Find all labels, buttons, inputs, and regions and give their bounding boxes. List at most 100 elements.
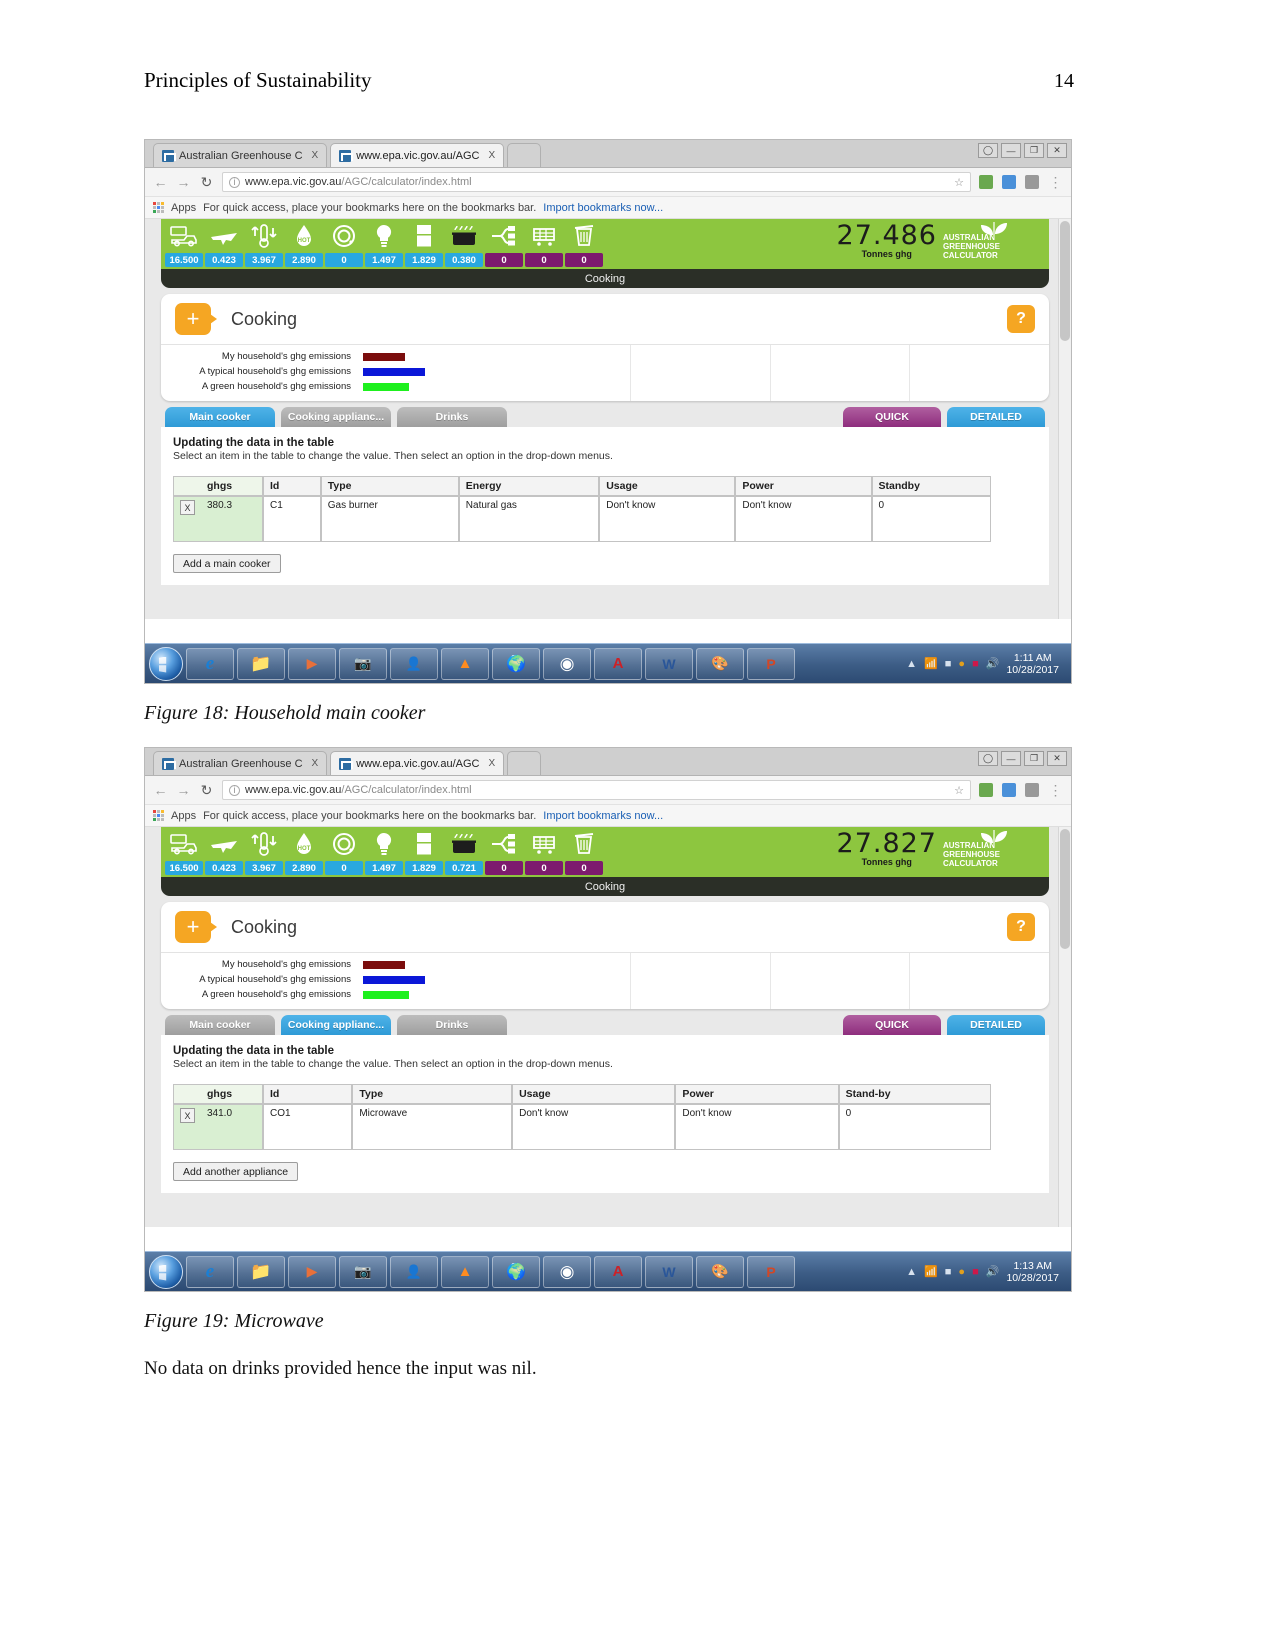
extension-icon-3[interactable]: [1025, 783, 1039, 797]
new-tab-button[interactable]: [507, 751, 542, 775]
table-cell-id[interactable]: CO1: [263, 1104, 353, 1150]
minimize-icon[interactable]: —: [1001, 143, 1021, 158]
table-cell-power[interactable]: Don't know: [735, 496, 872, 542]
internet-explorer-icon[interactable]: e: [186, 1255, 234, 1288]
network-icon[interactable]: 👤: [390, 1255, 438, 1288]
taskbar-clock[interactable]: 1:13 AM 10/28/2017: [1006, 1260, 1065, 1284]
table-cell-ghgs[interactable]: 341.0: [201, 1104, 263, 1150]
table-cell-x[interactable]: X: [173, 1104, 201, 1150]
fridge-icon[interactable]: [405, 828, 443, 860]
address-bar[interactable]: i www.epa.vic.gov.au/AGC/calculator/inde…: [222, 780, 971, 800]
shopping-trolley-icon[interactable]: [525, 220, 563, 252]
site-info-icon[interactable]: i: [229, 784, 240, 796]
table-row[interactable]: X 341.0 CO1 Microwave Don't know Don't know 0: [173, 1104, 991, 1150]
vertical-scrollbar[interactable]: [1058, 219, 1071, 619]
back-icon[interactable]: ←: [153, 782, 168, 798]
mode-tab-detailed[interactable]: DETAILED: [947, 1015, 1045, 1035]
chrome-menu-icon[interactable]: ⋮: [1048, 782, 1063, 799]
adobe-reader-icon[interactable]: A: [594, 647, 642, 680]
hot-water-icon[interactable]: HOT: [285, 828, 323, 860]
update-icon[interactable]: ●: [958, 1266, 965, 1278]
table-cell-x[interactable]: X: [173, 496, 201, 542]
apps-grid-icon[interactable]: [153, 202, 164, 213]
help-button[interactable]: ?: [1007, 305, 1035, 333]
volume-icon[interactable]: 🔊: [986, 657, 1000, 670]
vertical-scrollbar[interactable]: [1058, 827, 1071, 1227]
antivirus-icon[interactable]: ■: [972, 1266, 979, 1278]
close-window-icon[interactable]: ✕: [1047, 143, 1067, 158]
add-main-cooker-button[interactable]: Add a main cooker: [173, 554, 281, 573]
extension-icon-2[interactable]: [1002, 175, 1016, 189]
tab-cooking-applianc[interactable]: Cooking applianc...: [281, 1015, 391, 1035]
hot-water-icon[interactable]: HOT: [285, 220, 323, 252]
close-tab-2-icon[interactable]: X: [488, 150, 495, 161]
network-tray-icon[interactable]: 📶: [924, 1265, 938, 1278]
cooking-pot-icon[interactable]: [445, 828, 483, 860]
update-icon[interactable]: ●: [958, 658, 965, 670]
waste-bin-icon[interactable]: [565, 828, 603, 860]
extension-icon-2[interactable]: [1002, 783, 1016, 797]
plane-icon[interactable]: [205, 828, 243, 860]
reload-icon[interactable]: ↻: [199, 782, 214, 799]
chrome-icon[interactable]: ◉: [543, 1255, 591, 1288]
reload-icon[interactable]: ↻: [199, 174, 214, 191]
apps-label[interactable]: Apps: [171, 202, 196, 214]
chrome-icon[interactable]: ◉: [543, 647, 591, 680]
table-cell-usage[interactable]: Don't know: [512, 1104, 676, 1150]
camera-icon[interactable]: 📷: [339, 647, 387, 680]
file-explorer-icon[interactable]: 📁: [237, 647, 285, 680]
paint-icon[interactable]: 🎨: [696, 1255, 744, 1288]
network-tray-icon[interactable]: 📶: [924, 657, 938, 670]
delete-row-button[interactable]: X: [180, 500, 195, 515]
extension-icon-3[interactable]: [1025, 175, 1039, 189]
table-cell-standby[interactable]: 0: [838, 1104, 991, 1150]
internet-explorer-icon[interactable]: e: [186, 647, 234, 680]
apps-label[interactable]: Apps: [171, 810, 196, 822]
antivirus-icon[interactable]: ■: [972, 658, 979, 670]
paint-icon[interactable]: 🎨: [696, 647, 744, 680]
car-icon[interactable]: [165, 828, 203, 860]
restore-icon[interactable]: ❐: [1024, 751, 1044, 766]
word-icon[interactable]: W: [645, 647, 693, 680]
show-hidden-icon[interactable]: ▲: [906, 658, 917, 670]
import-bookmarks-link[interactable]: Import bookmarks now...: [543, 810, 663, 822]
scrollbar-thumb[interactable]: [1060, 221, 1070, 341]
table-cell-usage[interactable]: Don't know: [599, 496, 736, 542]
appliances-plug-icon[interactable]: [485, 828, 523, 860]
browser-tab-2[interactable]: www.epa.vic.gov.au/AGC X: [330, 751, 505, 775]
tab-drinks[interactable]: Drinks: [397, 1015, 507, 1035]
globe-icon[interactable]: 🌍: [492, 1255, 540, 1288]
camera-icon[interactable]: 📷: [339, 1255, 387, 1288]
forward-icon[interactable]: →: [176, 174, 191, 190]
address-bar[interactable]: i www.epa.vic.gov.au/AGC/calculator/inde…: [222, 172, 971, 192]
battery-icon[interactable]: ■: [945, 658, 952, 670]
extension-icon-1[interactable]: [979, 175, 993, 189]
powerpoint-icon[interactable]: P: [747, 1255, 795, 1288]
powerpoint-icon[interactable]: P: [747, 647, 795, 680]
table-cell-type[interactable]: Microwave: [352, 1104, 513, 1150]
close-tab-1-icon[interactable]: X: [312, 758, 319, 769]
expand-plus-button[interactable]: +: [175, 303, 217, 335]
browser-tab-2[interactable]: www.epa.vic.gov.au/AGC X: [330, 143, 505, 167]
start-button-icon[interactable]: [149, 1254, 183, 1289]
network-icon[interactable]: 👤: [390, 647, 438, 680]
file-explorer-icon[interactable]: 📁: [237, 1255, 285, 1288]
fridge-icon[interactable]: [405, 220, 443, 252]
table-cell-id[interactable]: C1: [263, 496, 321, 542]
lightbulb-icon[interactable]: [365, 828, 403, 860]
bookmark-star-icon[interactable]: ☆: [954, 176, 964, 189]
delete-row-button[interactable]: X: [180, 1108, 195, 1123]
table-cell-standby[interactable]: 0: [871, 496, 991, 542]
browser-tab-1[interactable]: Australian Greenhouse C X: [153, 143, 328, 167]
browser-tab-1[interactable]: Australian Greenhouse C X: [153, 751, 328, 775]
bookmark-star-icon[interactable]: ☆: [954, 784, 964, 797]
help-button[interactable]: ?: [1007, 913, 1035, 941]
waste-bin-icon[interactable]: [565, 220, 603, 252]
expand-plus-button[interactable]: +: [175, 911, 217, 943]
media-player-icon[interactable]: ▶: [288, 1255, 336, 1288]
mode-tab-detailed[interactable]: DETAILED: [947, 407, 1045, 427]
add-another-appliance-button[interactable]: Add another appliance: [173, 1162, 299, 1181]
extension-icon-1[interactable]: [979, 783, 993, 797]
vlc-cone-icon[interactable]: ▲: [441, 647, 489, 680]
taskbar-clock[interactable]: 1:11 AM 10/28/2017: [1006, 652, 1065, 676]
